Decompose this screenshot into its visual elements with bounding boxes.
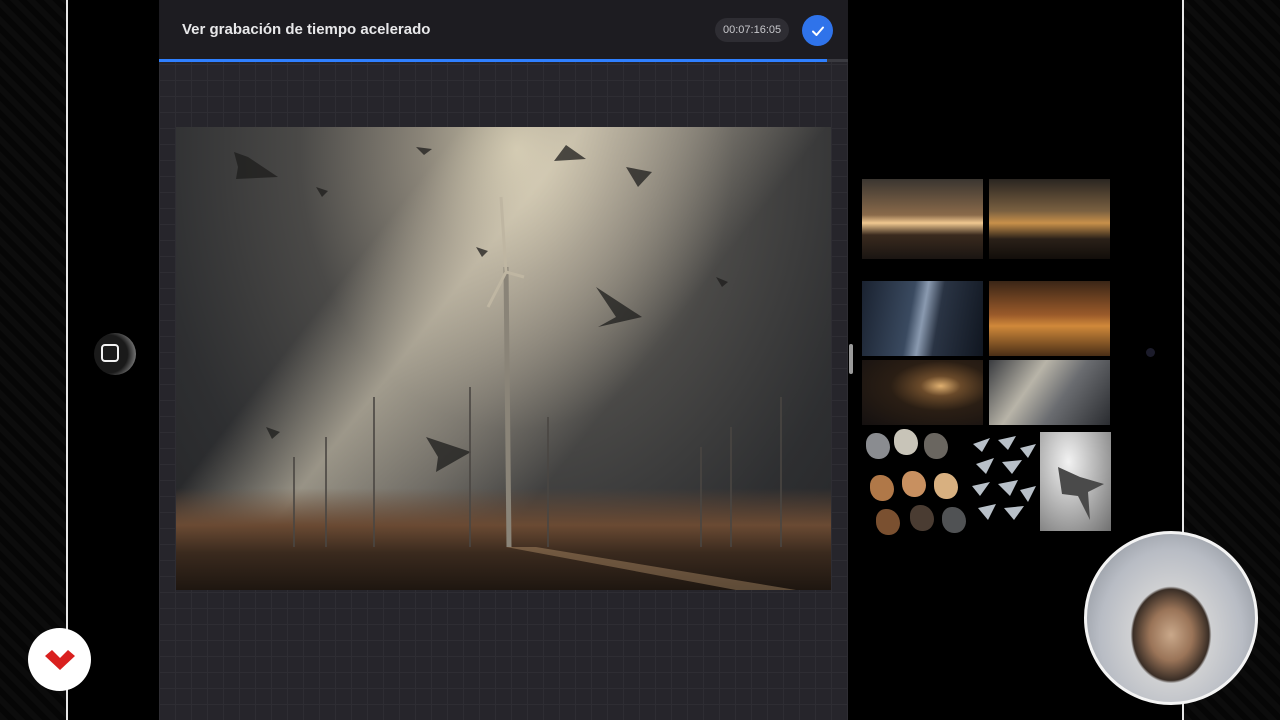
artwork-canvas bbox=[176, 127, 831, 590]
playback-progress-track[interactable] bbox=[159, 59, 848, 62]
brand-mark bbox=[44, 649, 75, 670]
square-icon[interactable] bbox=[101, 344, 119, 362]
artwork-illustration bbox=[234, 145, 796, 590]
color-swatch bbox=[902, 471, 926, 497]
reference-thumbnail bbox=[989, 281, 1110, 356]
panel-header: Ver grabación de tiempo acelerado 00:07:… bbox=[159, 0, 848, 60]
color-swatch bbox=[910, 505, 934, 531]
color-swatches bbox=[862, 429, 966, 535]
color-swatch bbox=[866, 433, 890, 459]
manta-ray-icon bbox=[1058, 467, 1104, 520]
manta-ray-reference bbox=[1040, 432, 1111, 531]
timelapse-panel: Ver grabación de tiempo acelerado 00:07:… bbox=[159, 0, 848, 720]
reference-board bbox=[862, 179, 1112, 535]
reference-thumbnail bbox=[862, 281, 983, 356]
done-button[interactable] bbox=[802, 15, 833, 46]
webcam-overlay bbox=[1084, 531, 1258, 705]
color-swatch bbox=[924, 433, 948, 459]
reference-thumbnail bbox=[862, 179, 983, 259]
brand-logo-icon bbox=[28, 628, 91, 691]
reference-thumbnail bbox=[862, 360, 983, 425]
color-swatch bbox=[942, 507, 966, 533]
color-swatch bbox=[934, 473, 958, 499]
timecode-badge: 00:07:16:05 bbox=[715, 18, 790, 42]
color-swatch bbox=[894, 429, 918, 455]
playback-progress-fill bbox=[159, 59, 828, 62]
checkmark-icon bbox=[811, 26, 824, 36]
page-title: Ver grabación de tiempo acelerado bbox=[182, 21, 431, 38]
manta-shape-sheet bbox=[972, 436, 1036, 520]
left-bezel-pattern bbox=[0, 0, 66, 720]
split-view-divider[interactable] bbox=[849, 344, 853, 374]
reference-thumbnail bbox=[989, 360, 1110, 425]
status-dot bbox=[1146, 348, 1155, 357]
color-swatch bbox=[876, 509, 900, 535]
reference-thumbnail bbox=[989, 179, 1110, 259]
color-swatch bbox=[870, 475, 894, 501]
